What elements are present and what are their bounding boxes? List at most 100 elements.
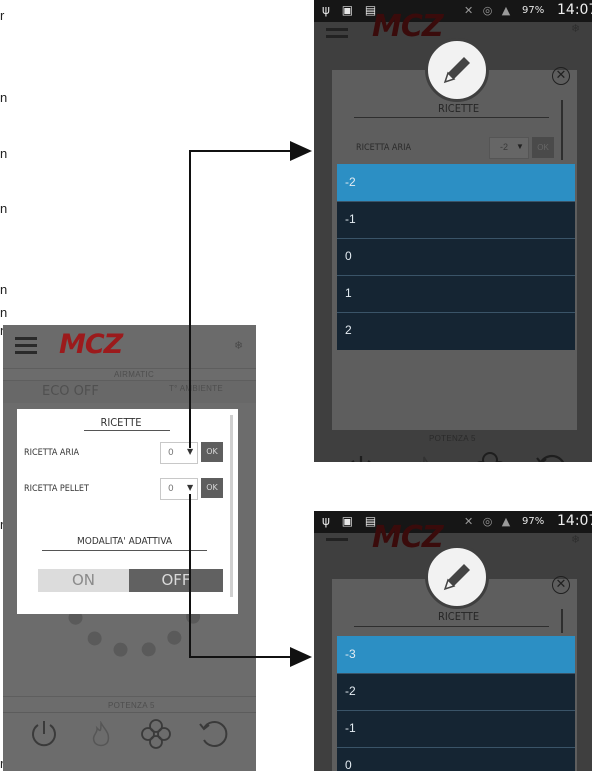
arrow-line [189,150,291,152]
power-level-label: POTENZA 5 [429,434,476,443]
value-dropdown-list: -2 -1 0 1 2 [337,164,575,350]
dropdown-option[interactable]: -1 [337,201,575,239]
adaptive-mode-title: MODALITA' ADATTIVA [76,536,172,547]
snowflake-icon[interactable]: ❄ [234,339,243,352]
menu-icon[interactable] [326,28,348,40]
right-top-phone-screen: ψ ▣ ▤ ✕ ◎ ▲ 97% 14:07 MCZ ❄ ✕ RICETTE RI… [314,0,592,462]
ricetta-pellet-ok-button[interactable]: OK [201,478,223,498]
ricetta-aria-select[interactable]: 0 ▼ [160,442,198,464]
caret-down-icon: ▼ [516,142,524,151]
ricetta-aria-ok-button[interactable]: OK [532,137,554,158]
flame-icon[interactable] [411,455,437,462]
ricetta-pellet-label: RICETTA PELLET [24,484,89,494]
dropdown-option[interactable]: -2 [337,164,575,202]
eco-mode-label[interactable]: ECO OFF [42,384,99,399]
dropdown-option[interactable]: 0 [337,747,575,771]
dialog-title: RICETTE [438,102,480,115]
option-label: 1 [345,286,352,300]
clipped-char: r [0,8,5,23]
refresh-icon[interactable] [198,718,230,750]
close-icon[interactable]: ✕ [552,67,570,85]
dialog-title: RICETTE [100,416,142,429]
dropdown-option[interactable]: -2 [337,673,575,711]
app-bar: MCZ ❄ [3,325,256,368]
arrow-line [189,150,191,448]
pencil-icon [443,57,470,84]
arrow-line [189,494,191,657]
dialog-scrollbar[interactable] [230,415,233,597]
edit-badge [425,545,489,609]
clipped-char: n [0,90,8,105]
clipped-char: n [0,201,8,216]
select-value: 0 [168,484,174,494]
toggle-on-button[interactable]: ON [38,569,129,592]
option-label: 2 [345,323,352,337]
battery-percent: 97% [522,5,545,16]
dialog-title: RICETTE [438,610,480,623]
clipped-char: n [0,305,8,320]
flame-icon[interactable] [89,721,113,749]
option-label: 0 [345,758,352,771]
power-icon[interactable] [344,453,378,462]
pencil-icon [443,564,470,591]
power-level-label: POTENZA 5 [108,701,155,710]
title-underline [354,626,549,627]
caret-down-icon: ▼ [187,483,194,492]
toggle-off-button[interactable]: OFF [129,569,223,592]
close-icon[interactable]: ✕ [552,576,570,594]
ricetta-aria-ok-button[interactable]: OK [201,442,223,462]
signal-icon: ✕ ◎ ▲ [464,4,514,17]
status-bar: ψ ▣ ▤ ✕ ◎ ▲ 97% 14:07 [314,0,592,22]
option-label: -3 [345,647,356,661]
snowflake-icon[interactable]: ❄ [571,533,580,546]
arrow-line [189,656,291,658]
section-label: AIRMATIC [114,370,155,379]
option-label: -1 [345,212,356,226]
option-label: -2 [345,175,356,189]
dialog-scrollbar[interactable] [561,609,563,633]
select-value: -2 [500,142,509,152]
app-logo: MCZ [59,329,123,360]
menu-icon[interactable] [15,337,39,355]
select-value: 0 [168,448,174,458]
menu-icon[interactable] [326,538,348,546]
room-temp-label: T° AMBIENTE [169,384,224,393]
divider [3,368,256,369]
ricetta-aria-label: RICETTA ARIA [356,143,412,153]
left-phone-screen: MCZ ❄ AIRMATIC ECO OFF T° AMBIENTE RICET… [3,325,256,771]
status-time: 14:07 [557,2,592,18]
clipped-char: n [0,282,8,297]
adaptive-underline [42,550,207,551]
status-time: 14:07 [557,513,592,529]
fan-icon[interactable] [472,451,508,462]
signal-icon: ✕ ◎ ▲ [464,515,514,528]
title-underline [354,117,549,118]
snowflake-icon[interactable]: ❄ [571,22,580,35]
divider [3,696,256,697]
dropdown-option[interactable]: 1 [337,275,575,313]
power-icon[interactable] [29,718,59,750]
dropdown-option[interactable]: -3 [337,636,575,674]
divider [3,712,256,713]
ricetta-aria-select[interactable]: -2 ▼ [489,137,529,159]
dropdown-option[interactable]: -1 [337,710,575,748]
ricette-dialog: RICETTE RICETTA ARIA 0 ▼ OK RICETTA PELL… [17,409,238,614]
ricetta-pellet-select[interactable]: 0 ▼ [160,478,198,500]
option-label: -2 [345,684,356,698]
option-label: 0 [345,249,352,263]
option-label: -1 [345,721,356,735]
arrow-head-icon [290,141,312,161]
dropdown-option[interactable]: 2 [337,312,575,349]
title-underline [84,430,170,431]
value-dropdown-list: -3 -2 -1 0 [337,636,575,771]
caret-down-icon: ▼ [187,447,194,456]
battery-percent: 97% [522,516,545,527]
arrow-head-icon [290,647,312,667]
refresh-icon[interactable] [534,451,570,462]
right-bottom-phone-screen: ψ ▣ ▤ ✕ ◎ ▲ 97% 14:07 MCZ ❄ ✕ RICETTE -3… [314,511,592,771]
edit-badge [425,38,489,102]
fan-icon[interactable] [140,718,172,750]
status-bar: ψ ▣ ▤ ✕ ◎ ▲ 97% 14:07 [314,511,592,533]
dropdown-option[interactable]: 0 [337,238,575,276]
dialog-scrollbar[interactable] [561,100,563,160]
